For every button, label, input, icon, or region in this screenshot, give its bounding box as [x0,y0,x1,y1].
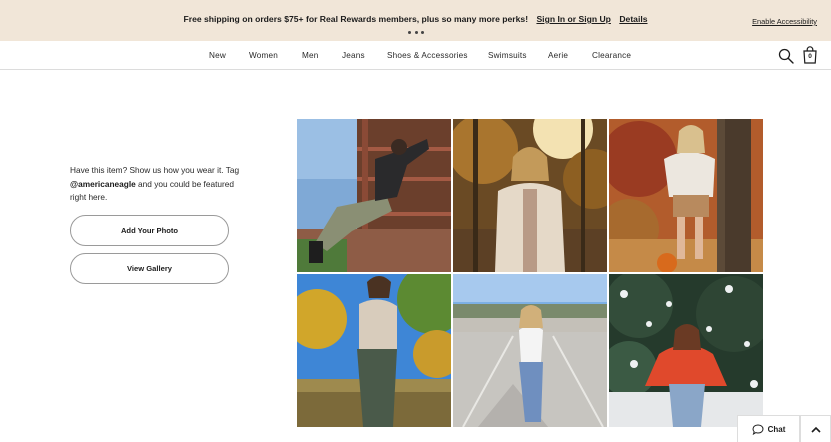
ugc-copy-before: Have this item? Show us how you wear it.… [70,165,240,175]
ugc-photo[interactable] [453,274,607,427]
nav-item-clearance[interactable]: Clearance [592,51,631,60]
nav-item-aerie[interactable]: Aerie [548,51,568,60]
nav-item-new[interactable]: New [209,51,226,60]
add-your-photo-button[interactable]: Add Your Photo [70,215,229,246]
ugc-photo[interactable] [297,274,451,427]
chat-label: Chat [767,424,786,434]
ugc-photo[interactable] [453,119,607,272]
ugc-photo[interactable] [297,119,451,272]
nav-item-jeans[interactable]: Jeans [342,51,365,60]
nav-item-men[interactable]: Men [302,51,319,60]
promo-message: Free shipping on orders $75+ for Real Re… [183,14,529,24]
ugc-photo[interactable] [609,119,763,272]
nav-item-swimsuits[interactable]: Swimsuits [488,51,527,60]
enable-accessibility-link[interactable]: Enable Accessibility [752,17,817,26]
search-icon[interactable] [778,48,794,64]
carousel-dot[interactable] [414,31,418,34]
shopping-bag-icon[interactable]: 0 [802,46,818,64]
back-to-top-button[interactable] [800,415,831,442]
bag-count: 0 [808,53,812,60]
promo-bar: Free shipping on orders $75+ for Real Re… [0,0,831,41]
details-link[interactable]: Details [619,14,647,24]
brand-handle: @americaneagle [70,178,136,189]
promo-text: Free shipping on orders $75+ for Real Re… [0,14,831,24]
carousel-dot[interactable] [421,31,424,34]
nav-item-women[interactable]: Women [249,51,278,60]
sign-in-link[interactable]: Sign In or Sign Up [536,14,610,24]
chevron-up-icon [810,420,821,438]
chat-bubble-icon [752,423,764,435]
carousel-dots[interactable] [408,31,424,35]
carousel-dot[interactable] [408,31,411,34]
view-gallery-button[interactable]: View Gallery [70,253,229,284]
ugc-prompt-text: Have this item? Show us how you wear it.… [70,164,240,205]
ugc-photo[interactable] [609,274,763,427]
ugc-photo-grid [297,119,763,427]
main-nav: New Women Men Jeans Shoes & Accessories … [0,41,831,70]
chat-button[interactable]: Chat [737,415,800,442]
nav-item-shoes-accessories[interactable]: Shoes & Accessories [387,51,468,60]
